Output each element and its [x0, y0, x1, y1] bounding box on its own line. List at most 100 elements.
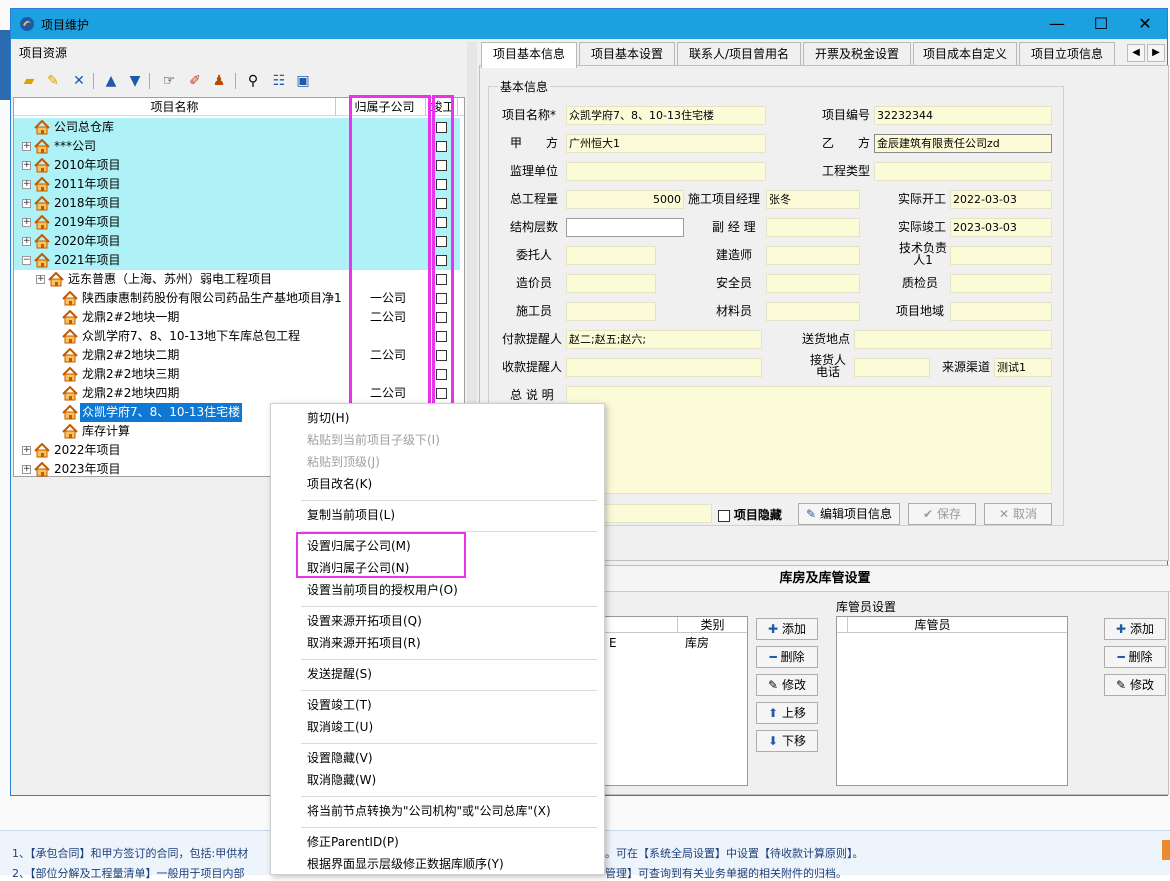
maximize-icon[interactable]: ☐ — [1079, 9, 1123, 39]
field-pm[interactable]: 张冬 — [766, 190, 860, 209]
field-yi[interactable]: 金辰建筑有限责任公司zd — [874, 134, 1052, 153]
tree-node-label[interactable]: 众凯学府7、8、10-13住宅楼 — [80, 403, 243, 422]
field-deliver[interactable] — [854, 330, 1052, 349]
field-qc[interactable] — [950, 274, 1052, 293]
chevron-left-icon[interactable]: ◀ — [1127, 44, 1145, 62]
tree-node-label[interactable]: 2021年项目 — [52, 251, 123, 270]
expand-icon[interactable]: + — [22, 142, 31, 151]
field-channel[interactable]: 测试1 — [994, 358, 1052, 377]
pen-icon[interactable]: ✐ — [185, 71, 205, 91]
tree-node-label[interactable]: 2011年项目 — [52, 175, 123, 194]
find-icon[interactable]: ⚲ — [243, 71, 263, 91]
menu-item[interactable]: 剪切(H) — [307, 408, 349, 428]
field-area[interactable] — [950, 302, 1052, 321]
field-total[interactable]: 5000 — [566, 190, 684, 209]
tab-basic-settings[interactable]: 项目基本设置 — [579, 42, 675, 66]
move-down-icon[interactable]: ▼ — [125, 71, 145, 91]
expand-icon[interactable]: + — [22, 237, 31, 246]
keeper-grid[interactable]: 库管员 — [836, 616, 1068, 786]
field-cost[interactable] — [566, 274, 656, 293]
tree-node-label[interactable]: 公司总仓库 — [52, 118, 116, 137]
move-up-icon[interactable]: ▲ — [101, 71, 121, 91]
field-memo[interactable] — [566, 386, 1052, 494]
menu-item[interactable]: 设置当前项目的授权用户(O) — [307, 580, 458, 600]
field-name[interactable]: 众凯学府7、8、10-13住宅楼 — [566, 106, 766, 125]
move-up-button[interactable]: ⬆ 上移 — [756, 702, 818, 724]
save-button[interactable]: ✔ 保存 — [908, 503, 976, 525]
tree-node-label[interactable]: 龙鼎2#2地块四期 — [80, 384, 181, 403]
menu-item[interactable]: 设置竣工(T) — [307, 695, 372, 715]
field-jia[interactable]: 广州恒大1 — [566, 134, 766, 153]
col-name-header[interactable]: 项目名称 — [14, 98, 336, 116]
menu-item[interactable]: 发送提醒(S) — [307, 664, 372, 684]
field-client[interactable] — [566, 246, 656, 265]
field-safety[interactable] — [766, 274, 860, 293]
tree-node-label[interactable]: 2010年项目 — [52, 156, 123, 175]
tree-node-label[interactable]: 远东普惠（上海、苏州）弱电工程项目 — [66, 270, 274, 289]
menu-item[interactable]: 取消来源开拓项目(R) — [307, 633, 421, 653]
tab-basic-info[interactable]: 项目基本信息 — [481, 42, 577, 68]
users-icon[interactable]: ♟ — [209, 71, 229, 91]
field-receiver[interactable] — [854, 358, 930, 377]
delete-warehouse-button[interactable]: ━ 删除 — [756, 646, 818, 668]
field-material[interactable] — [766, 302, 860, 321]
tab-cost-custom[interactable]: 项目成本自定义 — [913, 42, 1017, 66]
tree-node-label[interactable]: 库存计算 — [80, 422, 132, 441]
add-keeper-button[interactable]: ✚ 添加 — [1104, 618, 1166, 640]
edit-folder-icon[interactable]: ✎ — [43, 71, 63, 91]
menu-item[interactable]: 复制当前项目(L) — [307, 505, 395, 525]
field-code[interactable]: 32232344 — [874, 106, 1052, 125]
expand-icon[interactable]: + — [22, 465, 31, 474]
menu-item[interactable]: 修正ParentID(P) — [307, 832, 399, 852]
menu-item[interactable]: 粘贴到顶级(J) — [307, 452, 380, 472]
expand-icon[interactable]: + — [22, 218, 31, 227]
warehouse-row[interactable]: E 库房 — [589, 635, 747, 651]
add-warehouse-button[interactable]: ✚ 添加 — [756, 618, 818, 640]
field-structure[interactable] — [566, 218, 684, 237]
menu-item[interactable]: 粘贴到当前项目子级下(I) — [307, 430, 440, 450]
tree-node-label[interactable]: 2022年项目 — [52, 441, 123, 460]
new-folder-icon[interactable]: ▰ — [19, 71, 39, 91]
field-builder[interactable] — [766, 246, 860, 265]
tree-node-label[interactable]: ***公司 — [52, 137, 98, 156]
tab-invoice[interactable]: 开票及税金设置 — [803, 42, 911, 66]
field-deputy[interactable] — [766, 218, 860, 237]
collapse-icon[interactable]: − — [22, 256, 31, 265]
menu-item[interactable]: 项目改名(K) — [307, 474, 372, 494]
expand-icon[interactable]: + — [22, 199, 31, 208]
warehouse-grid[interactable]: 类别 E 库房 — [588, 616, 748, 786]
tree-node-label[interactable]: 龙鼎2#2地块一期 — [80, 308, 181, 327]
chevron-right-icon[interactable]: ▶ — [1147, 44, 1165, 62]
delete-icon[interactable]: ✕ — [69, 71, 89, 91]
tree-node-label[interactable]: 陕西康惠制药股份有限公司药品生产基地项目净1 — [80, 289, 344, 308]
expand-icon[interactable]: + — [36, 275, 45, 284]
minimize-icon[interactable]: — — [1035, 9, 1079, 39]
pointer-icon[interactable]: ☞ — [159, 71, 179, 91]
save-icon[interactable]: ▣ — [293, 71, 313, 91]
field-start[interactable]: 2022-03-03 — [950, 190, 1052, 209]
cancel-button[interactable]: ✕ 取消 — [984, 503, 1052, 525]
tree-node-label[interactable]: 龙鼎2#2地块三期 — [80, 365, 181, 384]
expand-icon[interactable]: + — [22, 446, 31, 455]
close-icon[interactable]: ✕ — [1123, 9, 1167, 39]
edit-warehouse-button[interactable]: ✎ 修改 — [756, 674, 818, 696]
menu-item[interactable]: 根据界面显示层级修正数据库顺序(Y) — [307, 854, 504, 874]
field-finish[interactable]: 2023-03-03 — [950, 218, 1052, 237]
field-pay-remind[interactable]: 赵二;赵五;赵六; — [566, 330, 762, 349]
menu-item[interactable]: 取消隐藏(W) — [307, 770, 376, 790]
tab-approval[interactable]: 项目立项信息 — [1019, 42, 1115, 66]
expand-icon[interactable]: + — [22, 161, 31, 170]
field-supervisor[interactable] — [566, 162, 766, 181]
tree-node-label[interactable]: 2018年项目 — [52, 194, 123, 213]
tree-node-label[interactable]: 2023年项目 — [52, 460, 123, 479]
edit-project-button[interactable]: ✎ 编辑项目信息 — [798, 503, 900, 525]
expand-icon[interactable]: + — [22, 180, 31, 189]
menu-item[interactable]: 设置隐藏(V) — [307, 748, 373, 768]
edit-keeper-button[interactable]: ✎ 修改 — [1104, 674, 1166, 696]
tree-node-label[interactable]: 众凯学府7、8、10-13地下车库总包工程 — [80, 327, 302, 346]
tab-contacts[interactable]: 联系人/项目曾用名 — [677, 42, 801, 66]
delete-keeper-button[interactable]: ━ 删除 — [1104, 646, 1166, 668]
move-down-button[interactable]: ⬇ 下移 — [756, 730, 818, 752]
tree-node-label[interactable]: 2020年项目 — [52, 232, 123, 251]
field-recv-remind[interactable] — [566, 358, 762, 377]
